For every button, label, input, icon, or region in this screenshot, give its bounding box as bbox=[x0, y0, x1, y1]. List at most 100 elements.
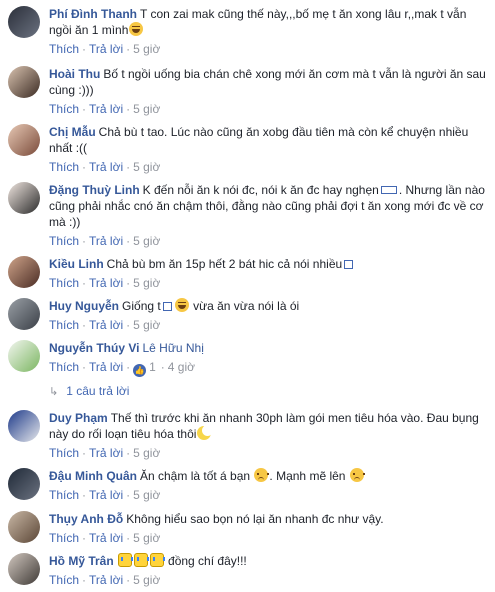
separator: · bbox=[126, 360, 131, 374]
separator: · bbox=[82, 488, 87, 502]
comment-actions: Thích · Trả lời · 5 giờ bbox=[49, 572, 489, 588]
comment-time[interactable]: 5 giờ bbox=[133, 488, 160, 502]
reply-link[interactable]: Trả lời bbox=[89, 160, 123, 174]
comment-time[interactable]: 5 giờ bbox=[133, 446, 160, 460]
reply-link[interactable]: Trả lời bbox=[89, 360, 123, 374]
reply-link[interactable]: Trả lời bbox=[89, 531, 123, 545]
like-link[interactable]: Thích bbox=[49, 488, 79, 502]
comment-actions: Thích · Trả lời · 5 giờ bbox=[49, 41, 489, 57]
reply-link[interactable]: Trả lời bbox=[89, 446, 123, 460]
separator: · bbox=[82, 276, 87, 290]
separator: · bbox=[160, 360, 165, 374]
comment-author[interactable]: Kiều Linh bbox=[49, 257, 104, 271]
comment-author[interactable]: Huy Nguyễn bbox=[49, 299, 119, 313]
comment-actions: Thích · Trả lời · 5 giờ bbox=[49, 487, 489, 503]
comment-time[interactable]: 5 giờ bbox=[133, 42, 160, 56]
separator: · bbox=[126, 446, 131, 460]
reply-link[interactable]: Trả lời bbox=[89, 276, 123, 290]
comment-actions: Thích · Trả lời · 5 giờ bbox=[49, 530, 489, 546]
separator: · bbox=[126, 531, 131, 545]
like-link[interactable]: Thích bbox=[49, 360, 79, 374]
like-link[interactable]: Thích bbox=[49, 573, 79, 587]
like-link[interactable]: Thích bbox=[49, 318, 79, 332]
comment-time[interactable]: 5 giờ bbox=[133, 573, 160, 587]
comment-author[interactable]: Duy Phạm bbox=[49, 411, 108, 425]
separator: · bbox=[126, 318, 131, 332]
comment-actions: Thích · Trả lời · 5 giờ bbox=[49, 445, 489, 461]
like-count[interactable]: 1 bbox=[149, 360, 156, 374]
comment-author[interactable]: Đặng Thuỳ Linh bbox=[49, 183, 140, 197]
reply-link[interactable]: Trả lời bbox=[89, 102, 123, 116]
comment-author[interactable]: Nguyễn Thúy Vi bbox=[49, 341, 139, 355]
reply-link[interactable]: Trả lời bbox=[89, 234, 123, 248]
like-link[interactable]: Thích bbox=[49, 276, 79, 290]
separator: · bbox=[82, 360, 87, 374]
avatar[interactable] bbox=[8, 410, 40, 442]
sad-icon bbox=[254, 468, 270, 482]
like-count-icon[interactable]: 👍 bbox=[133, 364, 147, 377]
comment-text: Đậu Minh Quân Ăn chậm là tốt á bạn . Mạnh… bbox=[49, 468, 489, 484]
comment-time[interactable]: 5 giờ bbox=[133, 276, 160, 290]
reply-link[interactable]: Trả lời bbox=[89, 318, 123, 332]
comment-text: Kiều Linh Chả bù bm ăn 15p hết 2 bát hic … bbox=[49, 256, 489, 272]
comment-author[interactable]: Chị Mẫu bbox=[49, 125, 96, 139]
comment-time[interactable]: 4 giờ bbox=[168, 360, 195, 374]
separator: · bbox=[82, 42, 87, 56]
comment-author[interactable]: Hoài Thu bbox=[49, 67, 100, 81]
comment-time[interactable]: 5 giờ bbox=[133, 160, 160, 174]
comment-content: Thế thì trước khi ăn nhanh 30ph làm gói … bbox=[49, 411, 479, 441]
comment-actions: Thích · Trả lời · 5 giờ bbox=[49, 159, 489, 175]
comment-author[interactable]: Hồ Mỹ Trân bbox=[49, 554, 114, 568]
mention-link[interactable]: Lê Hữu Nhị bbox=[142, 341, 203, 355]
laugh-icon bbox=[129, 22, 144, 36]
avatar[interactable] bbox=[8, 66, 40, 98]
comment-content: Bố t ngồi uống bia chán chê xong mới ăn … bbox=[49, 67, 486, 97]
avatar[interactable] bbox=[8, 553, 40, 585]
like-link[interactable]: Thích bbox=[49, 446, 79, 460]
avatar[interactable] bbox=[8, 298, 40, 330]
avatar[interactable] bbox=[8, 6, 40, 38]
comment-text: Đặng Thuỳ Linh K đến nỗi ăn k nói đc, nói… bbox=[49, 182, 489, 230]
comment-time[interactable]: 5 giờ bbox=[133, 318, 160, 332]
comment-author[interactable]: Đậu Minh Quân bbox=[49, 469, 137, 483]
comment-time[interactable]: 5 giờ bbox=[133, 531, 160, 545]
like-link[interactable]: Thích bbox=[49, 234, 79, 248]
separator: · bbox=[82, 160, 87, 174]
view-replies-link[interactable]: ↳ 1 câu trả lời bbox=[49, 383, 129, 400]
comment-content: Không hiểu sao bọn nó lại ăn nhanh đc nh… bbox=[126, 512, 384, 526]
separator: · bbox=[82, 234, 87, 248]
view-replies-label: 1 câu trả lời bbox=[66, 384, 130, 398]
sticker-icon bbox=[380, 186, 397, 194]
comment-actions: Thích · Trả lời · 5 giờ bbox=[49, 275, 489, 291]
avatar[interactable] bbox=[8, 124, 40, 156]
like-link[interactable]: Thích bbox=[49, 102, 79, 116]
avatar[interactable] bbox=[8, 511, 40, 543]
comment-text: Chị Mẫu Chả bù t tao. Lúc nào cũng ăn xob… bbox=[49, 124, 489, 156]
like-link[interactable]: Thích bbox=[49, 160, 79, 174]
avatar[interactable] bbox=[8, 340, 40, 372]
comment-author[interactable]: Phí Đình Thanh bbox=[49, 7, 137, 21]
comment-content-cont: . Mạnh mẽ lên bbox=[269, 469, 346, 483]
comment-content: đồng chí đây!!! bbox=[168, 554, 247, 568]
comment-author[interactable]: Thụy Anh Đỗ bbox=[49, 512, 123, 526]
comment-actions: Thích · Trả lời · 5 giờ bbox=[49, 101, 489, 117]
like-link[interactable]: Thích bbox=[49, 42, 79, 56]
separator: · bbox=[82, 573, 87, 587]
comment-actions: Thích · Trả lời · 5 giờ bbox=[49, 317, 489, 333]
separator: · bbox=[82, 318, 87, 332]
comment-time[interactable]: 5 giờ bbox=[133, 234, 160, 248]
comment-content: Chả bù bm ăn 15p hết 2 bát hic cả nói nh… bbox=[106, 257, 343, 271]
moon-icon bbox=[197, 425, 214, 440]
reply-link[interactable]: Trả lời bbox=[89, 488, 123, 502]
avatar[interactable] bbox=[8, 256, 40, 288]
avatar[interactable] bbox=[8, 468, 40, 500]
reply-link[interactable]: Trả lời bbox=[89, 573, 123, 587]
comment-time[interactable]: 5 giờ bbox=[133, 102, 160, 116]
reply-link[interactable]: Trả lời bbox=[89, 42, 123, 56]
avatar[interactable] bbox=[8, 182, 40, 214]
like-link[interactable]: Thích bbox=[49, 531, 79, 545]
laugh-icon bbox=[174, 298, 189, 312]
separator: · bbox=[126, 102, 131, 116]
crying-icon bbox=[117, 553, 133, 567]
sad-icon bbox=[349, 468, 365, 482]
